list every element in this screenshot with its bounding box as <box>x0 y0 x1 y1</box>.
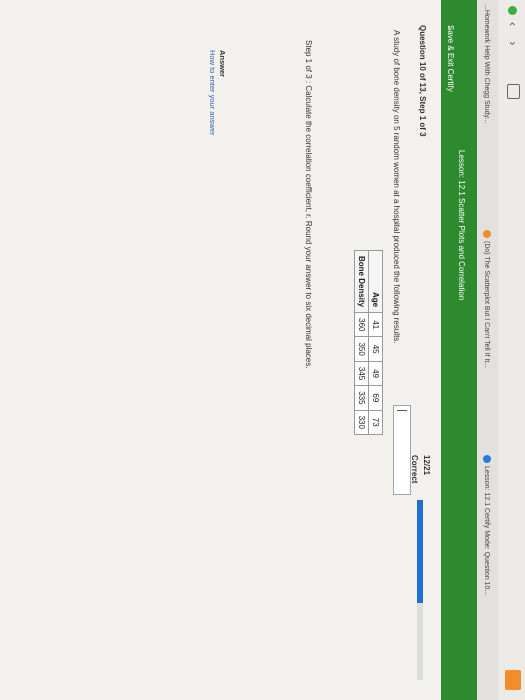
data-table: Age 41 45 49 69 73 Bone Density 360 350 … <box>354 250 383 435</box>
progress-bar <box>417 500 423 680</box>
tab-chegg[interactable]: ...Homework Help With Chegg Study... <box>479 4 495 123</box>
rotated-page: ‹ › ...Homework Help With Chegg Study...… <box>0 0 525 700</box>
answer-input[interactable] <box>393 405 411 495</box>
extension-icon[interactable] <box>505 670 521 690</box>
table-cell: 345 <box>354 361 369 386</box>
back-forward-icons[interactable]: ‹ › <box>506 22 520 51</box>
save-exit-label: Save & Exit Certify <box>446 25 455 92</box>
tab-lesson[interactable]: Lesson: 12.1 Certify Mode: Question 10..… <box>479 455 495 595</box>
table-cell: 49 <box>368 361 383 386</box>
text-caret <box>397 410 407 411</box>
photo-of-screen: ‹ › ...Homework Help With Chegg Study...… <box>0 0 525 700</box>
answer-help-link[interactable]: How to enter your answer <box>208 50 217 135</box>
step-instruction: Step 1 of 3 : Calculate the correlation … <box>304 40 313 369</box>
browser-toolbar: ‹ › <box>498 0 525 700</box>
sidebar-toggle-icon[interactable] <box>507 84 520 99</box>
table-row: Bone Density 360 350 345 335 330 <box>354 250 369 435</box>
progress-fill <box>417 500 423 603</box>
window-control-icon[interactable] <box>508 6 517 15</box>
table-cell: 69 <box>368 385 383 411</box>
table-cell: 45 <box>368 336 383 362</box>
question-prompt: A study of bone density on 5 random wome… <box>392 30 401 344</box>
tab-label: ...Homework Help With Chegg Study... <box>483 4 491 124</box>
answer-label: Answer <box>218 50 227 78</box>
course-header: ← Save & Exit Certify Lesson: 12.1 Scatt… <box>441 0 477 700</box>
tab-label: Lesson: 12.1 Certify Mode: Question 10..… <box>483 466 491 596</box>
table-row: Age 41 45 49 69 73 <box>368 250 383 435</box>
lesson-title: Lesson: 12.1 Scatter Plots and Correlati… <box>457 150 466 301</box>
table-cell: 335 <box>354 385 369 411</box>
lesson-icon <box>483 455 491 463</box>
question-panel: Question 10 of 13, Step 1 of 3 12/21 Cor… <box>0 0 441 700</box>
table-cell: 41 <box>368 312 383 337</box>
table-cell: 73 <box>368 410 383 435</box>
question-title: Question 10 of 13, Step 1 of 3 <box>418 25 427 137</box>
chegg-icon <box>483 230 491 238</box>
table-cell: 350 <box>354 336 369 362</box>
table-cell: 330 <box>354 410 369 435</box>
tab-label: (Do) The Scatterplot But I Can't Tell If… <box>483 241 491 369</box>
tab-strip: ...Homework Help With Chegg Study... (Do… <box>476 0 499 700</box>
row-header-bone-density: Bone Density <box>354 250 369 313</box>
status-label: Correct <box>410 455 419 484</box>
table-cell: 360 <box>354 312 369 337</box>
row-header-age: Age <box>368 250 383 313</box>
score-label: 12/21 <box>422 455 431 476</box>
tab-scatterplot[interactable]: (Do) The Scatterplot But I Can't Tell If… <box>479 230 495 368</box>
